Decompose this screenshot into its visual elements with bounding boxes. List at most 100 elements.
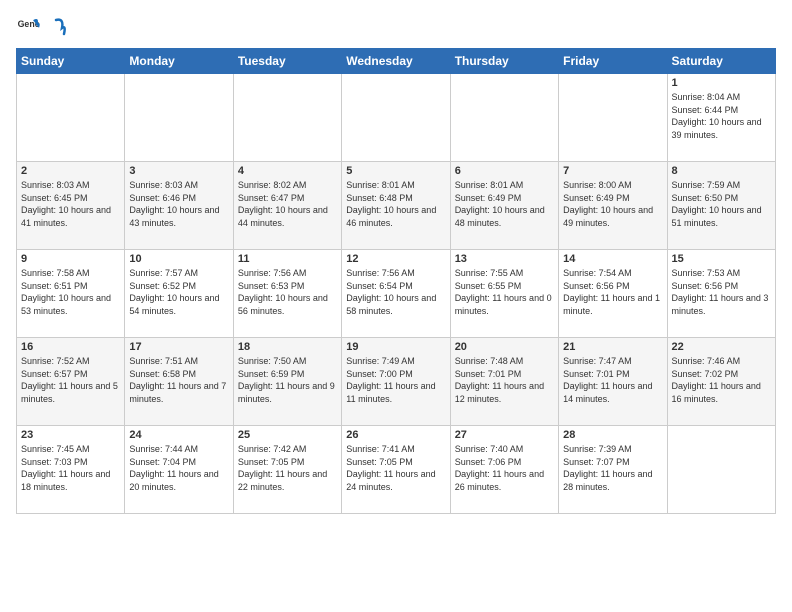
logo-icon: General [16, 16, 40, 40]
day-number: 11 [238, 253, 337, 265]
column-header-monday: Monday [125, 49, 233, 74]
week-row-2: 2 Sunrise: 8:03 AM Sunset: 6:45 PM Daylig… [17, 162, 776, 250]
day-cell [17, 74, 125, 162]
day-cell [559, 74, 667, 162]
header: General [16, 16, 776, 40]
day-number: 28 [563, 429, 662, 441]
day-number: 12 [346, 253, 445, 265]
day-number: 24 [129, 429, 228, 441]
day-number: 14 [563, 253, 662, 265]
day-info: Sunrise: 7:52 AM Sunset: 6:57 PM Dayligh… [21, 355, 120, 405]
day-info: Sunrise: 8:03 AM Sunset: 6:45 PM Dayligh… [21, 179, 120, 229]
logo: General [16, 16, 66, 40]
column-header-saturday: Saturday [667, 49, 775, 74]
column-header-friday: Friday [559, 49, 667, 74]
day-cell: 14 Sunrise: 7:54 AM Sunset: 6:56 PM Dayli… [559, 250, 667, 338]
day-cell: 15 Sunrise: 7:53 AM Sunset: 6:56 PM Dayli… [667, 250, 775, 338]
day-info: Sunrise: 7:42 AM Sunset: 7:05 PM Dayligh… [238, 443, 337, 493]
week-row-5: 23 Sunrise: 7:45 AM Sunset: 7:03 PM Dayli… [17, 426, 776, 514]
day-cell: 27 Sunrise: 7:40 AM Sunset: 7:06 PM Dayli… [450, 426, 558, 514]
day-number: 19 [346, 341, 445, 353]
day-cell: 18 Sunrise: 7:50 AM Sunset: 6:59 PM Dayli… [233, 338, 341, 426]
day-cell: 6 Sunrise: 8:01 AM Sunset: 6:49 PM Daylig… [450, 162, 558, 250]
day-cell [233, 74, 341, 162]
day-number: 23 [21, 429, 120, 441]
day-number: 25 [238, 429, 337, 441]
day-cell: 13 Sunrise: 7:55 AM Sunset: 6:55 PM Dayli… [450, 250, 558, 338]
day-cell: 24 Sunrise: 7:44 AM Sunset: 7:04 PM Dayli… [125, 426, 233, 514]
day-info: Sunrise: 8:01 AM Sunset: 6:48 PM Dayligh… [346, 179, 445, 229]
day-number: 2 [21, 165, 120, 177]
day-cell [342, 74, 450, 162]
day-cell [667, 426, 775, 514]
logo-swoosh-icon [46, 18, 66, 38]
day-info: Sunrise: 7:41 AM Sunset: 7:05 PM Dayligh… [346, 443, 445, 493]
day-info: Sunrise: 7:48 AM Sunset: 7:01 PM Dayligh… [455, 355, 554, 405]
day-cell [450, 74, 558, 162]
header-row: SundayMondayTuesdayWednesdayThursdayFrid… [17, 49, 776, 74]
column-header-tuesday: Tuesday [233, 49, 341, 74]
day-info: Sunrise: 7:44 AM Sunset: 7:04 PM Dayligh… [129, 443, 228, 493]
day-number: 10 [129, 253, 228, 265]
day-number: 13 [455, 253, 554, 265]
day-cell: 5Sunrise: 8:01 AM Sunset: 6:48 PM Daylig… [342, 162, 450, 250]
day-number: 1 [672, 77, 771, 89]
day-number: 27 [455, 429, 554, 441]
day-number: 8 [672, 165, 771, 177]
column-header-wednesday: Wednesday [342, 49, 450, 74]
day-info: Sunrise: 7:40 AM Sunset: 7:06 PM Dayligh… [455, 443, 554, 493]
day-number: 21 [563, 341, 662, 353]
day-info: Sunrise: 7:56 AM Sunset: 6:53 PM Dayligh… [238, 267, 337, 317]
day-info: Sunrise: 8:01 AM Sunset: 6:49 PM Dayligh… [455, 179, 554, 229]
week-row-3: 9 Sunrise: 7:58 AM Sunset: 6:51 PM Daylig… [17, 250, 776, 338]
day-info: Sunrise: 8:04 AM Sunset: 6:44 PM Dayligh… [672, 91, 771, 141]
day-number: 15 [672, 253, 771, 265]
day-number: 18 [238, 341, 337, 353]
day-number: 22 [672, 341, 771, 353]
day-cell: 26 Sunrise: 7:41 AM Sunset: 7:05 PM Dayli… [342, 426, 450, 514]
day-cell: 20 Sunrise: 7:48 AM Sunset: 7:01 PM Dayli… [450, 338, 558, 426]
day-info: Sunrise: 7:57 AM Sunset: 6:52 PM Dayligh… [129, 267, 228, 317]
day-cell: 16Sunrise: 7:52 AM Sunset: 6:57 PM Dayli… [17, 338, 125, 426]
day-info: Sunrise: 7:58 AM Sunset: 6:51 PM Dayligh… [21, 267, 120, 317]
day-cell: 28 Sunrise: 7:39 AM Sunset: 7:07 PM Dayli… [559, 426, 667, 514]
day-number: 3 [129, 165, 228, 177]
day-cell: 23 Sunrise: 7:45 AM Sunset: 7:03 PM Dayli… [17, 426, 125, 514]
day-cell: 3 Sunrise: 8:03 AM Sunset: 6:46 PM Daylig… [125, 162, 233, 250]
column-header-thursday: Thursday [450, 49, 558, 74]
day-cell: 10 Sunrise: 7:57 AM Sunset: 6:52 PM Dayli… [125, 250, 233, 338]
day-info: Sunrise: 7:45 AM Sunset: 7:03 PM Dayligh… [21, 443, 120, 493]
day-number: 9 [21, 253, 120, 265]
day-info: Sunrise: 8:03 AM Sunset: 6:46 PM Dayligh… [129, 179, 228, 229]
day-cell: 4Sunrise: 8:02 AM Sunset: 6:47 PM Daylig… [233, 162, 341, 250]
day-info: Sunrise: 7:56 AM Sunset: 6:54 PM Dayligh… [346, 267, 445, 317]
day-number: 4 [238, 165, 337, 177]
day-cell: 12 Sunrise: 7:56 AM Sunset: 6:54 PM Dayli… [342, 250, 450, 338]
day-cell: 21 Sunrise: 7:47 AM Sunset: 7:01 PM Dayli… [559, 338, 667, 426]
day-cell: 7 Sunrise: 8:00 AM Sunset: 6:49 PM Daylig… [559, 162, 667, 250]
day-cell: 8Sunrise: 7:59 AM Sunset: 6:50 PM Daylig… [667, 162, 775, 250]
day-info: Sunrise: 7:55 AM Sunset: 6:55 PM Dayligh… [455, 267, 554, 317]
day-cell: 1 Sunrise: 8:04 AM Sunset: 6:44 PM Daylig… [667, 74, 775, 162]
day-info: Sunrise: 7:54 AM Sunset: 6:56 PM Dayligh… [563, 267, 662, 317]
calendar-table: SundayMondayTuesdayWednesdayThursdayFrid… [16, 48, 776, 514]
day-number: 26 [346, 429, 445, 441]
day-info: Sunrise: 7:39 AM Sunset: 7:07 PM Dayligh… [563, 443, 662, 493]
day-info: Sunrise: 7:49 AM Sunset: 7:00 PM Dayligh… [346, 355, 445, 405]
day-info: Sunrise: 7:50 AM Sunset: 6:59 PM Dayligh… [238, 355, 337, 405]
day-info: Sunrise: 8:00 AM Sunset: 6:49 PM Dayligh… [563, 179, 662, 229]
day-info: Sunrise: 7:53 AM Sunset: 6:56 PM Dayligh… [672, 267, 771, 317]
day-number: 17 [129, 341, 228, 353]
week-row-4: 16Sunrise: 7:52 AM Sunset: 6:57 PM Dayli… [17, 338, 776, 426]
day-cell: 22Sunrise: 7:46 AM Sunset: 7:02 PM Dayli… [667, 338, 775, 426]
day-cell: 11 Sunrise: 7:56 AM Sunset: 6:53 PM Dayli… [233, 250, 341, 338]
day-number: 7 [563, 165, 662, 177]
day-number: 6 [455, 165, 554, 177]
day-cell: 2 Sunrise: 8:03 AM Sunset: 6:45 PM Daylig… [17, 162, 125, 250]
day-number: 20 [455, 341, 554, 353]
day-info: Sunrise: 7:51 AM Sunset: 6:58 PM Dayligh… [129, 355, 228, 405]
day-info: Sunrise: 7:47 AM Sunset: 7:01 PM Dayligh… [563, 355, 662, 405]
day-cell: 17 Sunrise: 7:51 AM Sunset: 6:58 PM Dayli… [125, 338, 233, 426]
day-cell [125, 74, 233, 162]
day-cell: 19 Sunrise: 7:49 AM Sunset: 7:00 PM Dayli… [342, 338, 450, 426]
